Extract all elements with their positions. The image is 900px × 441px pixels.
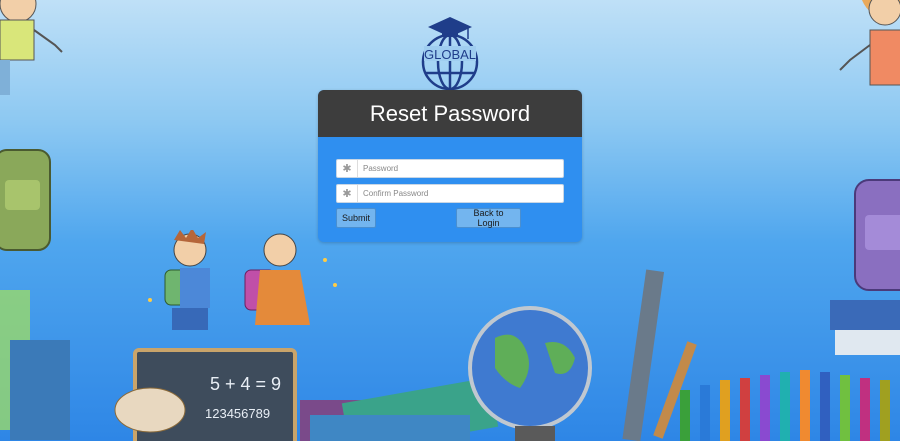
logo-text: GLOBAL bbox=[424, 47, 476, 62]
globe-illustration bbox=[468, 306, 592, 441]
chalkboard-digits: 123456789 bbox=[205, 406, 270, 421]
password-field[interactable]: ✱ bbox=[336, 159, 564, 178]
pencils-brushes-illustration bbox=[622, 269, 900, 441]
cartoon-boy-illustration bbox=[0, 0, 63, 95]
global-logo: GLOBAL bbox=[421, 17, 479, 91]
panel-title: Reset Password bbox=[369, 100, 531, 126]
asterisk-icon: ✱ bbox=[337, 185, 358, 202]
reset-password-panel: Reset Password ✱ ✱ Submit Back to Login bbox=[318, 90, 582, 242]
globe-icon bbox=[421, 33, 479, 91]
backpack-illustration bbox=[0, 149, 51, 251]
confirm-password-input[interactable] bbox=[358, 188, 560, 199]
confirm-password-field[interactable]: ✱ bbox=[336, 184, 564, 203]
panel-header: Reset Password bbox=[318, 90, 582, 137]
submit-button[interactable]: Submit bbox=[336, 208, 376, 228]
chalkboard-equation: 5 + 4 = 9 bbox=[210, 374, 281, 394]
cartoon-girl-illustration bbox=[839, 0, 900, 86]
back-to-login-button[interactable]: Back to Login bbox=[456, 208, 521, 228]
art-supplies-chalkboard-illustration: 5 + 4 = 9 123456789 bbox=[0, 290, 297, 441]
asterisk-icon: ✱ bbox=[337, 160, 358, 177]
password-input[interactable] bbox=[358, 163, 560, 174]
